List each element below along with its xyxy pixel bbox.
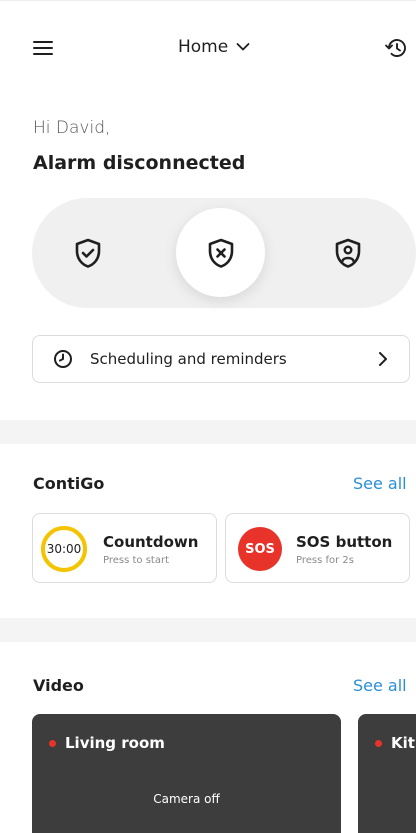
clock-icon <box>54 350 72 368</box>
scheduling-label: Scheduling and reminders <box>90 350 287 368</box>
video-see-all-link[interactable]: See all <box>353 676 407 695</box>
menu-icon[interactable] <box>33 41 55 57</box>
alarm-mode-disarmed-button[interactable] <box>176 208 265 297</box>
history-icon[interactable] <box>383 35 409 61</box>
shield-person-icon[interactable] <box>326 231 370 275</box>
shield-check-icon[interactable] <box>66 231 110 275</box>
sos-title: SOS button <box>296 533 393 551</box>
contigo-see-all-link[interactable]: See all <box>353 474 407 493</box>
location-label: Home <box>178 37 229 57</box>
camera-status: Camera off <box>153 792 220 806</box>
recording-dot-icon <box>375 740 382 747</box>
sos-card[interactable]: SOS SOS button Press for 2s <box>225 513 410 583</box>
top-bar: Home <box>0 0 416 96</box>
camera-name: Kit <box>391 734 415 752</box>
section-divider <box>0 618 416 642</box>
chevron-right-icon <box>379 352 387 366</box>
camera-name: Living room <box>65 734 165 752</box>
countdown-subtitle: Press to start <box>103 555 170 566</box>
sos-badge: SOS <box>238 527 282 571</box>
greeting-text: Hi David, <box>33 118 111 138</box>
contigo-title: ContiGo <box>33 474 105 493</box>
sos-subtitle: Press for 2s <box>296 555 354 566</box>
chevron-down-icon <box>236 43 250 51</box>
shield-x-icon <box>208 238 233 268</box>
section-divider <box>0 420 416 444</box>
camera-card-living-room[interactable]: Living room Camera off <box>32 714 341 833</box>
scheduling-button[interactable]: Scheduling and reminders <box>32 335 410 383</box>
countdown-card[interactable]: 30:00 Countdown Press to start <box>32 513 217 583</box>
video-title: Video <box>33 676 84 695</box>
location-selector[interactable]: Home <box>178 37 250 57</box>
alarm-status: Alarm disconnected <box>33 152 246 174</box>
camera-card-kitchen[interactable]: Kit <box>358 714 416 833</box>
countdown-timer: 30:00 <box>41 526 87 572</box>
recording-dot-icon <box>49 740 56 747</box>
countdown-title: Countdown <box>103 533 199 551</box>
